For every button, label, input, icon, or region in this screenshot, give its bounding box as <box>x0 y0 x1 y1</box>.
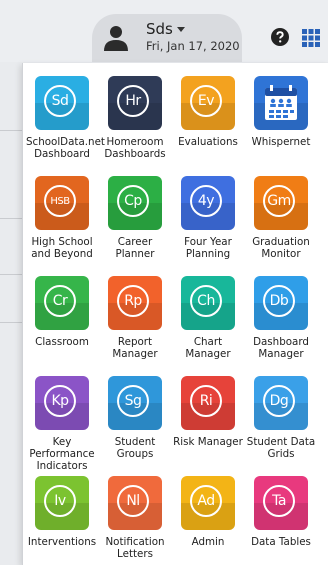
app-tile[interactable]: Cr Classroom <box>26 276 98 348</box>
app-icon: Cr <box>35 276 89 330</box>
calendar-people-icon <box>265 85 297 120</box>
app-tile[interactable]: Dg Student Data Grids <box>245 376 317 460</box>
app-abbreviation: Sg <box>117 385 149 417</box>
app-abbreviation: Iv <box>44 485 76 517</box>
app-abbreviation: Sd <box>44 85 76 117</box>
app-tile[interactable]: Gm Graduation Monitor <box>245 176 317 260</box>
background-divider <box>0 218 22 219</box>
app-label: Classroom <box>35 336 89 348</box>
app-icon: Sd <box>35 76 89 130</box>
app-tile[interactable]: Sd SchoolData.net Dashboard <box>26 76 105 160</box>
app-abbreviation: Kp <box>44 385 76 417</box>
app-tile[interactable]: HSB High School and Beyond <box>26 176 98 260</box>
app-label: SchoolData.net Dashboard <box>26 136 105 160</box>
app-label: Four Year Planning <box>184 236 232 260</box>
app-icon: Ta <box>254 476 308 530</box>
app-tile[interactable]: 4y Four Year Planning <box>172 176 244 260</box>
user-name-wrap[interactable]: Sds <box>146 20 185 38</box>
apps-grid-icon[interactable] <box>302 29 320 47</box>
app-abbreviation: Ta <box>263 485 295 517</box>
app-tile[interactable]: Ta Data Tables <box>245 476 317 548</box>
app-abbreviation: Dg <box>263 385 295 417</box>
app-icon: Dg <box>254 376 308 430</box>
app-tile[interactable]: Whispernet <box>245 76 317 148</box>
user-icon <box>104 26 128 51</box>
app-icon: Gm <box>254 176 308 230</box>
background-divider <box>0 130 22 131</box>
app-icon: Db <box>254 276 308 330</box>
app-abbreviation: Ev <box>190 85 222 117</box>
app-icon: Kp <box>35 376 89 430</box>
app-tile[interactable]: Ad Admin <box>172 476 244 548</box>
app-abbreviation: Gm <box>263 185 295 217</box>
app-label: Risk Manager <box>173 436 243 448</box>
app-icon: Ri <box>181 376 235 430</box>
app-tile[interactable]: Rp Report Manager <box>99 276 171 360</box>
app-icon: Cp <box>108 176 162 230</box>
app-icon: Ad <box>181 476 235 530</box>
app-icon: Sg <box>108 376 162 430</box>
app-tile[interactable]: Sg Student Groups <box>99 376 171 460</box>
app-abbreviation: 4y <box>190 185 222 217</box>
app-icon: Ch <box>181 276 235 330</box>
app-tile[interactable]: Hr Homeroom Dashboards <box>99 76 171 160</box>
app-tile[interactable]: Ev Evaluations <box>172 76 244 148</box>
app-tile[interactable]: Db Dashboard Manager <box>245 276 317 360</box>
current-date: Fri, Jan 17, 2020 <box>146 39 240 53</box>
app-abbreviation: Ad <box>190 485 222 517</box>
app-tile[interactable]: Cp Career Planner <box>99 176 171 260</box>
app-label: Evaluations <box>178 136 238 148</box>
app-label: Graduation Monitor <box>252 236 310 260</box>
app-icon <box>254 76 308 130</box>
app-tile[interactable]: Nl Notification Letters <box>99 476 171 560</box>
app-label: Whispernet <box>251 136 311 148</box>
app-abbreviation: Db <box>263 285 295 317</box>
app-icon: HSB <box>35 176 89 230</box>
app-label: Homeroom Dashboards <box>104 136 166 160</box>
app-tile[interactable]: Ch Chart Manager <box>172 276 244 360</box>
app-label: Report Manager <box>112 336 158 360</box>
app-label: Dashboard Manager <box>253 336 309 360</box>
app-abbreviation: Rp <box>117 285 149 317</box>
app-icon: Nl <box>108 476 162 530</box>
app-label: High School and Beyond <box>31 236 93 260</box>
app-abbreviation: Cp <box>117 185 149 217</box>
app-icon: Hr <box>108 76 162 130</box>
background-divider <box>0 322 22 323</box>
help-circle-icon[interactable] <box>271 28 289 46</box>
app-icon: Iv <box>35 476 89 530</box>
app-tile[interactable]: Iv Interventions <box>26 476 98 548</box>
app-label: Chart Manager <box>185 336 231 360</box>
app-label: Data Tables <box>251 536 311 548</box>
app-label: Student Data Grids <box>246 436 316 460</box>
app-icon: Ev <box>181 76 235 130</box>
app-icon: Rp <box>108 276 162 330</box>
app-icon: 4y <box>181 176 235 230</box>
user-name: Sds <box>146 20 173 38</box>
app-tile[interactable]: Ri Risk Manager <box>172 376 244 448</box>
app-abbreviation: HSB <box>44 185 76 217</box>
app-label: Interventions <box>27 536 97 548</box>
app-tile[interactable]: Kp Key Performance Indicators <box>26 376 98 472</box>
app-label: Admin <box>191 536 225 548</box>
app-abbreviation: Ch <box>190 285 222 317</box>
app-label: Key Performance Indicators <box>29 436 95 472</box>
app-launcher-panel: Sd SchoolData.net Dashboard Hr Homeroom Das… <box>22 63 328 565</box>
background-divider <box>0 274 22 275</box>
app-abbreviation: Hr <box>117 85 149 117</box>
app-abbreviation: Ri <box>190 385 222 417</box>
app-abbreviation: Cr <box>44 285 76 317</box>
app-abbreviation: Nl <box>117 485 149 517</box>
app-label: Notification Letters <box>105 536 165 560</box>
app-label: Career Planner <box>115 236 155 260</box>
chevron-down-icon <box>176 27 185 32</box>
app-label: Student Groups <box>114 436 156 460</box>
